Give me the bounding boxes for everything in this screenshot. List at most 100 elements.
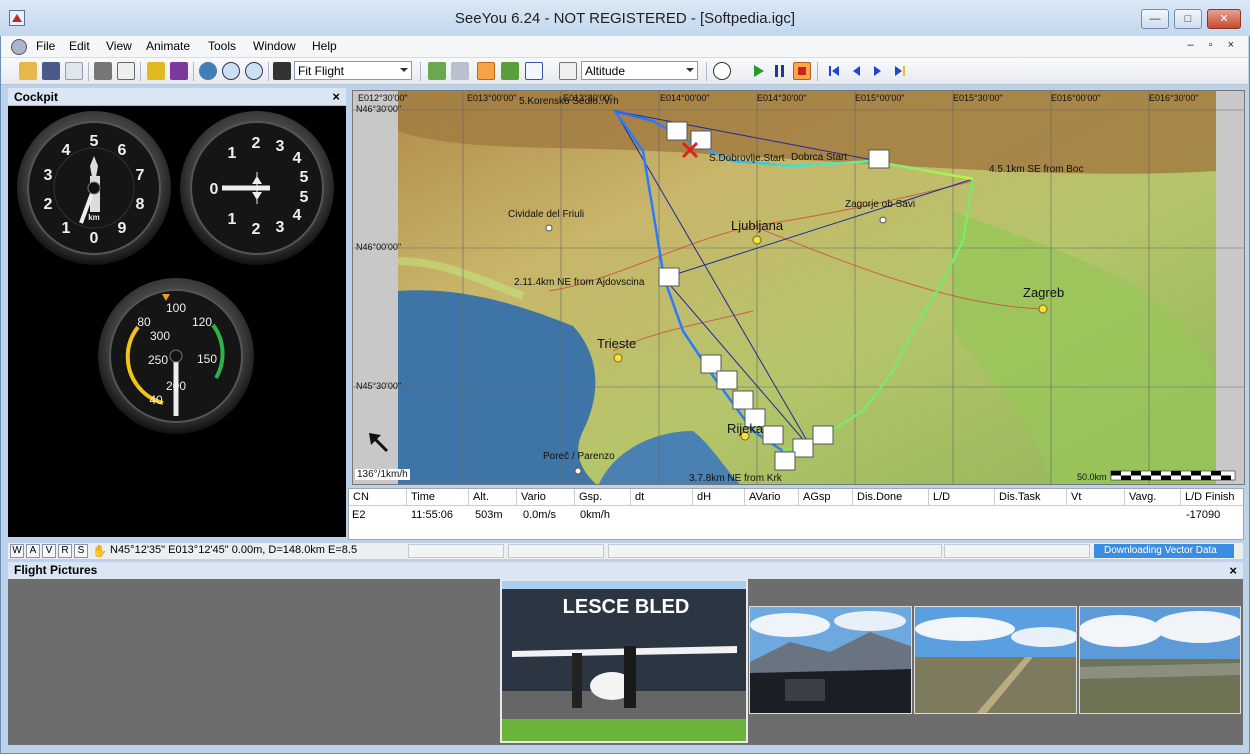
column-header[interactable]: Vario [517,489,575,506]
photo-thumbnail[interactable] [749,606,912,714]
photo-thumbnail[interactable] [1079,606,1241,714]
column-header[interactable]: dt [631,489,693,506]
menu-file[interactable]: File [36,39,55,53]
menu-help[interactable]: Help [312,39,337,53]
column-header[interactable]: Time [407,489,469,506]
vario-number: 2 [252,221,261,238]
lon-label: E012°30'00" [358,93,408,103]
cloud-icon[interactable] [65,62,83,80]
status-bar: W A V R S ✋ N45°12'35" E013°12'45" 0.00m… [8,543,1243,559]
altimeter-number: 9 [118,220,127,237]
waypoint-label[interactable]: 2.11.4km NE from Ajdovscina [514,277,644,288]
menu-animate[interactable]: Animate [146,39,190,53]
photo-thumbnail[interactable] [914,606,1077,714]
altimeter-number: 4 [62,142,71,159]
waypoint-label[interactable]: 5.Korensko Sedlo..Vrh [519,96,619,107]
lon-label: E013°00'00" [467,93,517,103]
globe-icon[interactable] [199,62,217,80]
maximize-button[interactable]: □ [1174,9,1202,29]
clock-icon[interactable] [713,62,731,80]
photo-thumbnail[interactable]: LESCE BLED [500,579,748,743]
hand-icon: ✋ [92,544,107,558]
asi-number: 40 [149,393,163,407]
mdi-window-controls[interactable]: – ▫ × [1187,39,1240,51]
column-header[interactable]: Dis.Task [995,489,1067,506]
vario-number: 1 [228,145,237,162]
status-tab[interactable]: W [10,544,24,558]
status-cell [408,544,504,558]
cursor-coordinates: N45°12'35" E013°12'45" 0.00m, D=148.0km … [110,544,358,556]
altimeter-unit: km [88,213,100,222]
edit-task-icon[interactable] [170,62,188,80]
column-header[interactable]: L/D [929,489,995,506]
skip-forward-icon[interactable] [891,62,909,80]
column-header[interactable]: Vavg. [1125,489,1181,506]
menu-tools[interactable]: Tools [208,39,236,53]
zoom-out-icon[interactable] [245,62,263,80]
column-header[interactable]: AVario [745,489,799,506]
menu-edit[interactable]: Edit [69,39,90,53]
zoom-in-icon[interactable] [222,62,240,80]
what-is-this-icon[interactable] [273,62,291,80]
import-flight-icon[interactable] [428,62,446,80]
column-header[interactable]: L/D Finish [1181,489,1243,506]
flight-pictures-header: Flight Pictures × [8,562,1243,579]
column-header[interactable]: dH [693,489,745,506]
column-header[interactable]: Gsp. [575,489,631,506]
graph-icon[interactable] [525,62,543,80]
map-view[interactable]: E012°30'00" E013°00'00" E013°30'00" E014… [352,90,1245,485]
glider-track-icon[interactable] [477,62,495,80]
play-icon[interactable] [749,62,767,80]
status-tab[interactable]: R [58,544,72,558]
minimize-button[interactable]: — [1141,9,1169,29]
column-header[interactable]: CN [349,489,407,506]
cell-ld-finish: -17090 [1186,509,1221,521]
cell-gsp: 0km/h [580,509,610,521]
vario-number: 4 [293,207,302,224]
city-label: Zagreb [1023,285,1065,300]
open-folder-icon[interactable] [19,62,37,80]
column-header[interactable]: Vt [1067,489,1125,506]
column-header[interactable]: Dis.Done [853,489,929,506]
graph-options-icon[interactable] [559,62,577,80]
waypoint-label[interactable]: S.Dobrovlje.Start [709,153,785,164]
menu-view[interactable]: View [106,39,132,53]
thermal-icon[interactable] [501,62,519,80]
status-tab[interactable]: V [42,544,56,558]
column-header[interactable]: Alt. [469,489,517,506]
vario-number: 1 [228,211,237,228]
altimeter-number: 2 [44,196,53,213]
task-flag-icon[interactable] [147,62,165,80]
vario-number: 5 [300,189,309,206]
lat-label: N46°30'00" [356,104,402,114]
menu-window[interactable]: Window [253,39,296,53]
stop-icon[interactable] [793,62,811,80]
waypoint-label[interactable]: Dobrca Start [791,152,847,163]
view-mode-select[interactable]: Fit Flight [294,61,412,80]
status-tab[interactable]: A [26,544,40,558]
column-header[interactable]: AGsp [799,489,853,506]
skip-back-icon[interactable] [825,62,843,80]
close-icon[interactable]: × [332,89,340,104]
document-icon[interactable] [11,39,27,55]
scale-bar [1110,470,1236,481]
step-forward-icon[interactable] [869,62,887,80]
altimeter-number: 0 [90,230,99,247]
waypoint-label[interactable]: 4.5.1km SE from Boc [989,164,1083,175]
close-icon[interactable]: × [1229,563,1237,578]
status-tab[interactable]: S [74,544,88,558]
city-label: Poreč / Parenzo [543,451,615,462]
waypoint-label[interactable]: 3.7.8km NE from Krk [689,473,782,484]
save-icon[interactable] [42,62,60,80]
close-button[interactable]: ✕ [1207,9,1241,29]
print-preview-icon[interactable] [117,62,135,80]
step-back-icon[interactable] [847,62,865,80]
print-icon[interactable] [94,62,112,80]
pause-icon[interactable] [771,62,789,80]
cockpit-title: Cockpit [14,90,59,104]
city-label: Trieste [597,336,637,351]
export-icon[interactable] [451,62,469,80]
cell-alt: 503m [475,509,503,521]
cockpit-instruments: 0 1 2 3 4 5 6 7 8 9 km 1 2 3 4 5 1 2 3 4… [8,106,346,537]
graph-mode-select[interactable]: Altitude [581,61,698,80]
